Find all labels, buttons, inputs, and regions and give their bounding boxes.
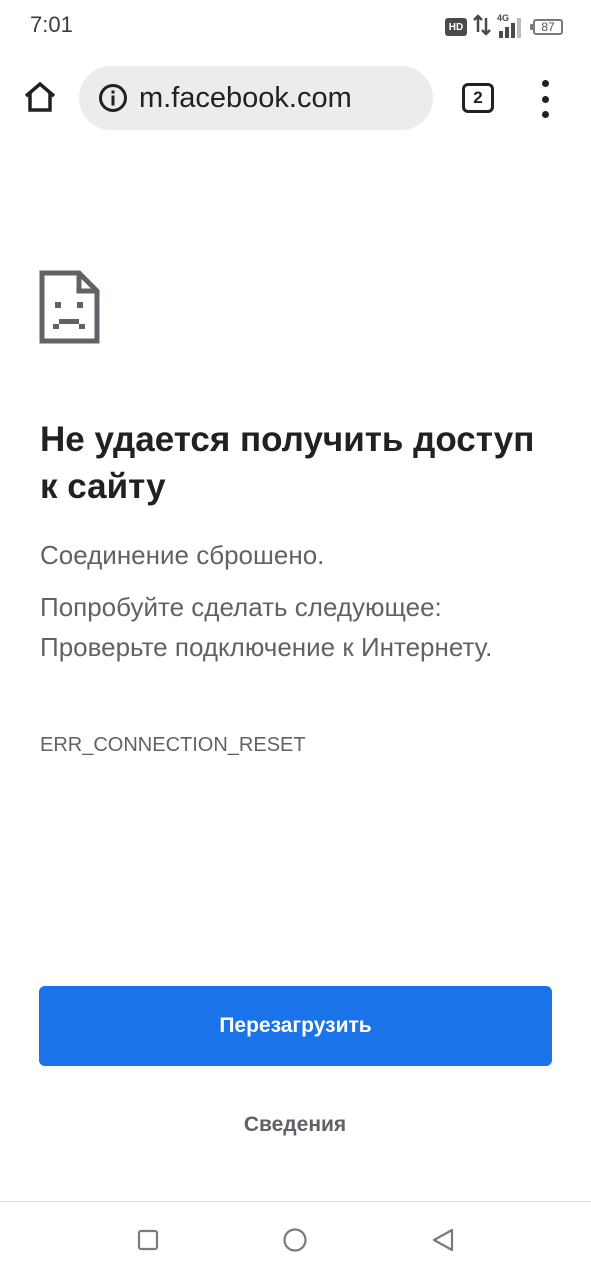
error-message: Соединение сброшено. bbox=[40, 540, 325, 570]
menu-dot bbox=[541, 111, 549, 118]
status-bar: 7:01 HD 4G 87 bbox=[0, 0, 591, 54]
hd-icon: HD bbox=[445, 18, 467, 36]
error-icon bbox=[39, 270, 100, 344]
error-code: ERR_CONNECTION_RESET bbox=[40, 734, 306, 756]
signal-icon: 4G bbox=[497, 13, 527, 39]
more-vert-icon[interactable] bbox=[530, 80, 560, 118]
circle-icon bbox=[282, 1227, 308, 1258]
battery-icon: 87 bbox=[530, 19, 563, 35]
system-home-button[interactable] bbox=[275, 1222, 315, 1262]
battery-level: 87 bbox=[541, 20, 555, 34]
menu-dot bbox=[541, 80, 549, 87]
menu-dot bbox=[541, 95, 549, 103]
triangle-back-icon bbox=[430, 1227, 456, 1258]
home-button[interactable] bbox=[20, 79, 60, 119]
status-icons: HD 4G 87 bbox=[445, 13, 563, 41]
error-title: Не удается получить доступ к сайту bbox=[40, 420, 535, 506]
status-time: 7:01 bbox=[30, 12, 73, 37]
recents-button[interactable] bbox=[128, 1222, 168, 1262]
tab-count: 2 bbox=[473, 88, 483, 107]
address-bar[interactable]: m.facebook.com bbox=[79, 66, 433, 130]
square-icon bbox=[137, 1229, 159, 1256]
reload-button[interactable]: Перезагрузить bbox=[39, 986, 552, 1066]
details-button[interactable]: Сведения bbox=[195, 1102, 395, 1148]
system-navigation-bar bbox=[0, 1201, 591, 1280]
back-button[interactable] bbox=[423, 1222, 463, 1262]
data-transfer-icon bbox=[473, 13, 491, 41]
error-suggestion: Попробуйте сделать следующее: Проверьте … bbox=[40, 592, 493, 662]
tab-switcher-button[interactable]: 2 bbox=[462, 83, 494, 113]
url-text: m.facebook.com bbox=[139, 81, 352, 114]
info-icon[interactable] bbox=[97, 82, 129, 114]
home-icon bbox=[23, 81, 57, 118]
sad-page-icon bbox=[39, 270, 100, 344]
browser-toolbar: m.facebook.com 2 bbox=[0, 64, 591, 134]
